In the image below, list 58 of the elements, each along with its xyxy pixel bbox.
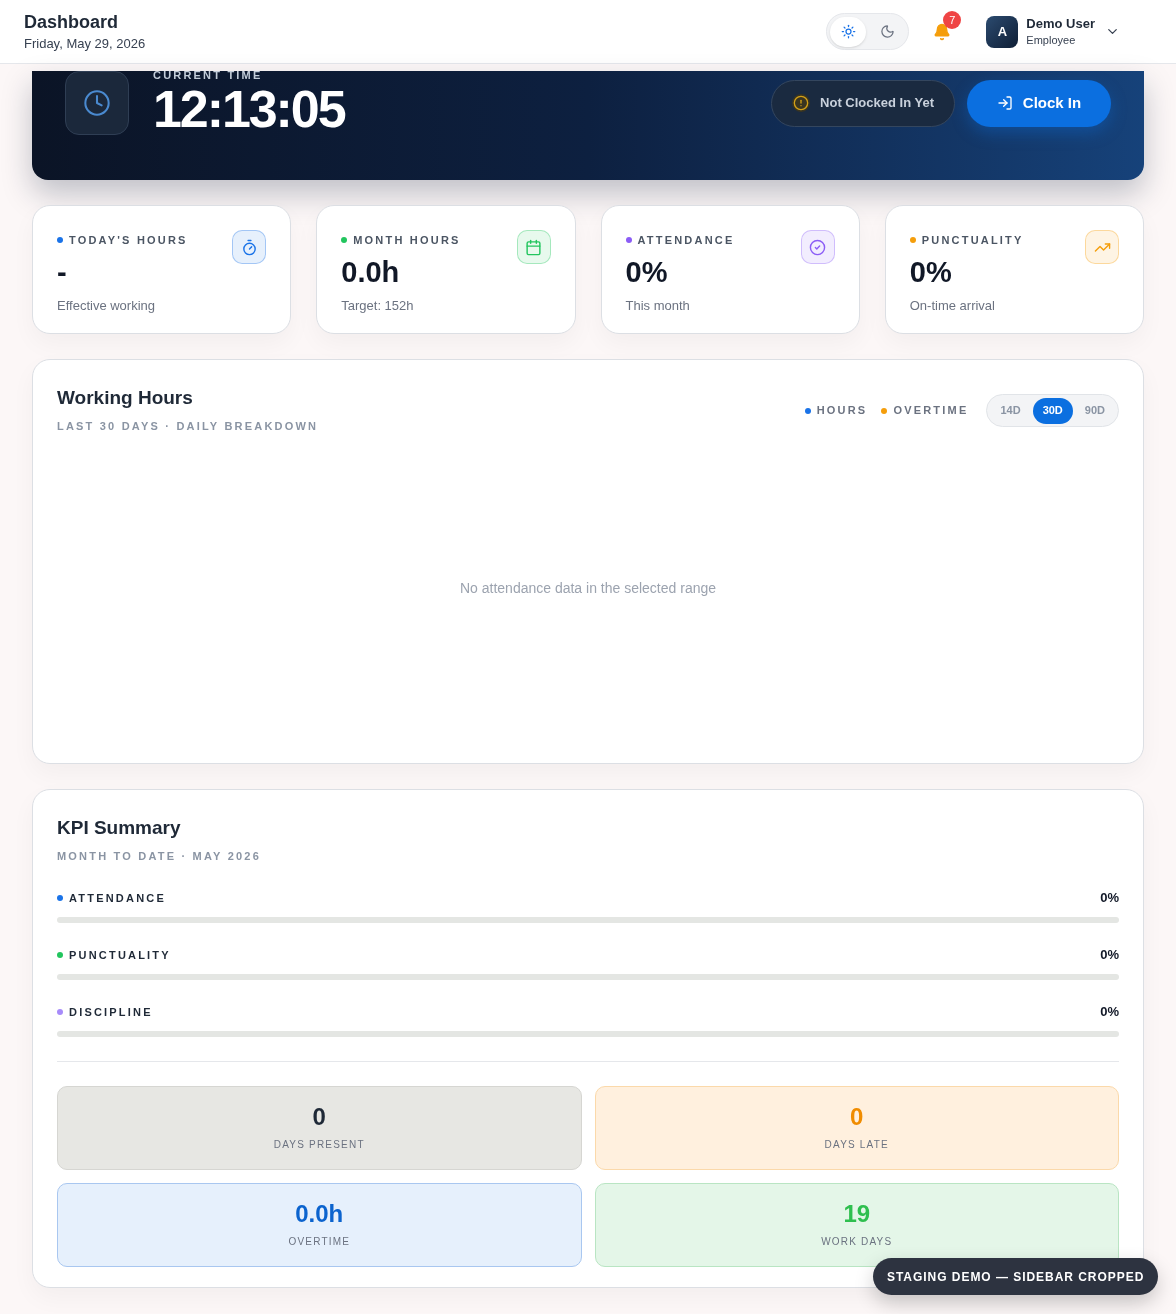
date-text: Friday, May 29, 2026	[24, 34, 146, 53]
stat-label: PUNCTUALITY	[921, 233, 1024, 248]
stopwatch-icon	[232, 230, 267, 264]
user-avatar: A	[986, 15, 1019, 48]
metric-label: DISCIPLINE	[69, 1005, 153, 1020]
stat-value: -	[57, 255, 68, 290]
page-title: Dashboard	[24, 10, 120, 34]
section-subtitle: LAST 30 DAYS · DAILY BREAKDOWN	[57, 419, 319, 434]
alert-icon	[792, 94, 811, 112]
tile-label: WORK DAYS	[821, 1235, 893, 1249]
calendar-icon	[516, 230, 551, 264]
metric-value: 0%	[1100, 1004, 1119, 1020]
tile-value: 19	[843, 1200, 871, 1228]
tile-label: DAYS LATE	[824, 1138, 889, 1152]
user-role: Employee	[1026, 32, 1077, 48]
metric-value: 0%	[1100, 890, 1119, 906]
tile-label: DAYS PRESENT	[273, 1138, 365, 1152]
sun-icon	[840, 24, 856, 39]
section-subtitle: MONTH TO DATE · MAY 2026	[57, 849, 262, 864]
range-tab[interactable]: 30D	[1032, 397, 1073, 424]
clock-in-button[interactable]: Clock In	[967, 79, 1111, 127]
notifications-button[interactable]: 7	[927, 10, 962, 47]
bell-icon	[933, 22, 952, 41]
range-tab[interactable]: 14D	[990, 397, 1031, 424]
stat-caption: This month	[625, 297, 691, 315]
moon-icon	[879, 24, 895, 39]
metric-label: ATTENDANCE	[69, 891, 166, 906]
tile-label: OVERTIME	[288, 1235, 351, 1249]
log-in-icon	[996, 95, 1013, 111]
section-title: KPI Summary	[57, 816, 182, 840]
legend-label: OVERTIME	[893, 403, 969, 419]
stat-caption: On-time arrival	[909, 297, 996, 315]
clock-icon	[65, 71, 129, 135]
stat-caption: Effective working	[57, 297, 157, 315]
stat-caption: Target: 152h	[341, 297, 415, 315]
metric-value: 0%	[1100, 947, 1119, 963]
stat-label: ATTENDANCE	[637, 233, 735, 248]
range-tab[interactable]: 90D	[1074, 397, 1115, 424]
stat-value: 0.0h	[341, 255, 401, 290]
staging-badge: STAGING DEMO — SIDEBAR CROPPED	[873, 1258, 1159, 1295]
stat-value: 0%	[909, 255, 953, 290]
section-title: Working Hours	[57, 386, 194, 410]
current-time: 12:13:05	[153, 83, 345, 135]
tile-value: 0.0h	[295, 1200, 344, 1228]
legend-label: HOURS	[816, 403, 868, 419]
empty-state-message: No attendance data in the selected range	[459, 579, 717, 598]
light-mode-button[interactable]	[830, 16, 867, 47]
notification-count: 7	[943, 10, 962, 29]
tile-value: 0	[850, 1103, 864, 1131]
clock-label: CURRENT TIME	[153, 68, 264, 83]
tile-value: 0	[312, 1103, 326, 1131]
trending-up-icon	[1085, 230, 1119, 264]
stat-label: TODAY'S HOURS	[69, 233, 188, 248]
clock-status-text: Not Clocked In Yet	[820, 94, 934, 113]
stat-value: 0%	[625, 255, 669, 290]
stat-label: MONTH HOURS	[353, 233, 461, 248]
user-name: Demo User	[1026, 15, 1095, 32]
metric-label: PUNCTUALITY	[69, 948, 171, 963]
